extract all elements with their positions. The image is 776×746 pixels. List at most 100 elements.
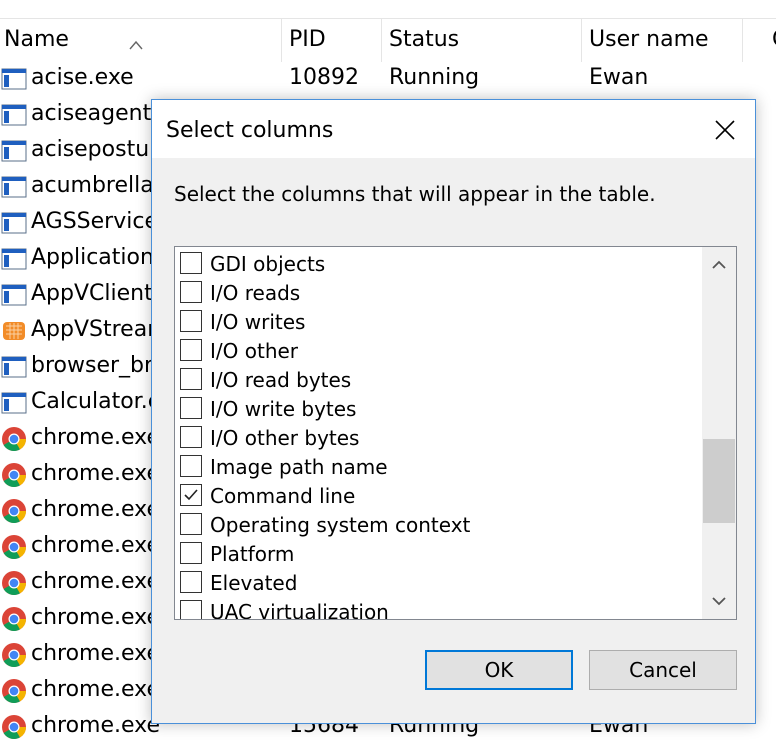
checkbox[interactable]: [180, 368, 202, 390]
app-window-icon: [1, 248, 27, 270]
cell-status: Running: [389, 65, 480, 90]
column-option-label: I/O other bytes: [210, 426, 360, 450]
cancel-button[interactable]: Cancel: [589, 650, 737, 690]
column-option-label: I/O read bytes: [210, 368, 352, 392]
sort-ascending-icon[interactable]: [128, 39, 144, 51]
appv-stream-icon: [3, 322, 25, 340]
cell-name: AppVStream: [31, 317, 169, 342]
cell-name: acise.exe: [31, 65, 134, 90]
cell-name: Application: [31, 245, 154, 270]
app-window-icon: [1, 212, 27, 234]
app-window-icon: [1, 284, 27, 306]
chrome-icon: [2, 715, 27, 740]
chrome-icon: [2, 427, 27, 452]
column-divider[interactable]: [281, 18, 282, 62]
cell-pid: 10892: [289, 65, 359, 90]
close-icon[interactable]: [703, 108, 747, 152]
column-option[interactable]: I/O other: [175, 336, 705, 365]
ok-button[interactable]: OK: [425, 650, 573, 690]
chrome-icon: [2, 607, 27, 632]
checkbox[interactable]: [180, 310, 202, 332]
checkbox[interactable]: [180, 339, 202, 361]
checkbox-checked[interactable]: [180, 484, 202, 506]
column-header-user-name[interactable]: User name: [589, 27, 709, 52]
chrome-icon: [2, 679, 27, 704]
column-option[interactable]: UAC virtualization: [175, 597, 705, 620]
cell-name: chrome.exe: [31, 497, 161, 522]
app-window-icon: [1, 392, 27, 414]
cell-name: chrome.exe: [31, 461, 161, 486]
cell-name: chrome.exe: [31, 677, 161, 702]
column-option[interactable]: Operating system context: [175, 510, 705, 539]
column-option[interactable]: Command line: [175, 481, 705, 510]
scroll-up-icon[interactable]: [702, 247, 736, 281]
select-columns-dialog: Select columns Select the columns that w…: [151, 99, 756, 724]
cell-name: acumbrellaa: [31, 173, 168, 198]
column-option[interactable]: Elevated: [175, 568, 705, 597]
checkbox[interactable]: [180, 542, 202, 564]
scrollbar-thumb[interactable]: [703, 439, 735, 523]
column-option-label: I/O reads: [210, 281, 301, 305]
column-option-label: Platform: [210, 542, 295, 566]
checkbox[interactable]: [180, 513, 202, 535]
chrome-icon: [2, 571, 27, 596]
column-option-label: Command line: [210, 484, 356, 508]
dialog-title: Select columns: [166, 118, 334, 143]
dialog-titlebar[interactable]: Select columns: [152, 100, 755, 158]
cell-name: Calculator.e: [31, 389, 162, 414]
column-option[interactable]: I/O reads: [175, 278, 705, 307]
column-option-label: Image path name: [210, 455, 388, 479]
checkmark-icon: [184, 489, 198, 501]
checkbox[interactable]: [180, 455, 202, 477]
column-header-name[interactable]: Name: [4, 27, 69, 52]
app-window-icon: [1, 140, 27, 162]
cell-name: browser_bro: [31, 353, 167, 378]
column-option[interactable]: GDI objects: [175, 249, 705, 278]
checkbox[interactable]: [180, 571, 202, 593]
checkbox[interactable]: [180, 397, 202, 419]
columns-listbox[interactable]: GDI objects I/O reads I/O writes I/O other I…: [174, 246, 737, 620]
checkbox[interactable]: [180, 426, 202, 448]
app-window-icon: [1, 356, 27, 378]
cell-name: chrome.exe: [31, 605, 161, 630]
column-header-pid[interactable]: PID: [289, 27, 326, 52]
column-option-label: I/O writes: [210, 310, 306, 334]
vertical-scrollbar[interactable]: [702, 247, 736, 619]
column-option[interactable]: Platform: [175, 539, 705, 568]
column-header-status[interactable]: Status: [389, 27, 459, 52]
column-option[interactable]: Image path name: [175, 452, 705, 481]
column-header-partial[interactable]: C: [772, 27, 776, 52]
app-window-icon: [1, 104, 27, 126]
column-option-label: GDI objects: [210, 252, 326, 276]
cell-name: chrome.exe: [31, 641, 161, 666]
cell-name: chrome.exe: [31, 533, 161, 558]
chrome-icon: [2, 535, 27, 560]
cell-name: AGSService: [31, 209, 158, 234]
column-option-label: Operating system context: [210, 513, 471, 537]
chrome-icon: [2, 499, 27, 524]
column-option-label: I/O write bytes: [210, 397, 357, 421]
checkbox[interactable]: [180, 281, 202, 303]
column-divider[interactable]: [742, 18, 743, 62]
app-window-icon: [1, 68, 27, 90]
column-divider[interactable]: [381, 18, 382, 62]
column-option[interactable]: I/O writes: [175, 307, 705, 336]
cell-user: Ewan: [589, 65, 649, 90]
cell-name: AppVClient.: [31, 281, 160, 306]
column-option[interactable]: I/O other bytes: [175, 423, 705, 452]
checkbox[interactable]: [180, 600, 202, 619]
column-option-label: UAC virtualization: [210, 600, 389, 620]
table-row[interactable]: acise.exe 10892 Running Ewan: [0, 62, 776, 98]
column-option-label: Elevated: [210, 571, 298, 595]
app-window-icon: [1, 176, 27, 198]
dialog-instruction: Select the columns that will appear in t…: [174, 182, 656, 206]
chrome-icon: [2, 643, 27, 668]
column-option[interactable]: I/O read bytes: [175, 365, 705, 394]
column-option-label: I/O other: [210, 339, 299, 363]
checkbox[interactable]: [180, 252, 202, 274]
cell-name: chrome.exe: [31, 569, 161, 594]
column-divider[interactable]: [581, 18, 582, 62]
cell-name: chrome.exe: [31, 425, 161, 450]
scroll-down-icon[interactable]: [702, 585, 736, 619]
column-option[interactable]: I/O write bytes: [175, 394, 705, 423]
